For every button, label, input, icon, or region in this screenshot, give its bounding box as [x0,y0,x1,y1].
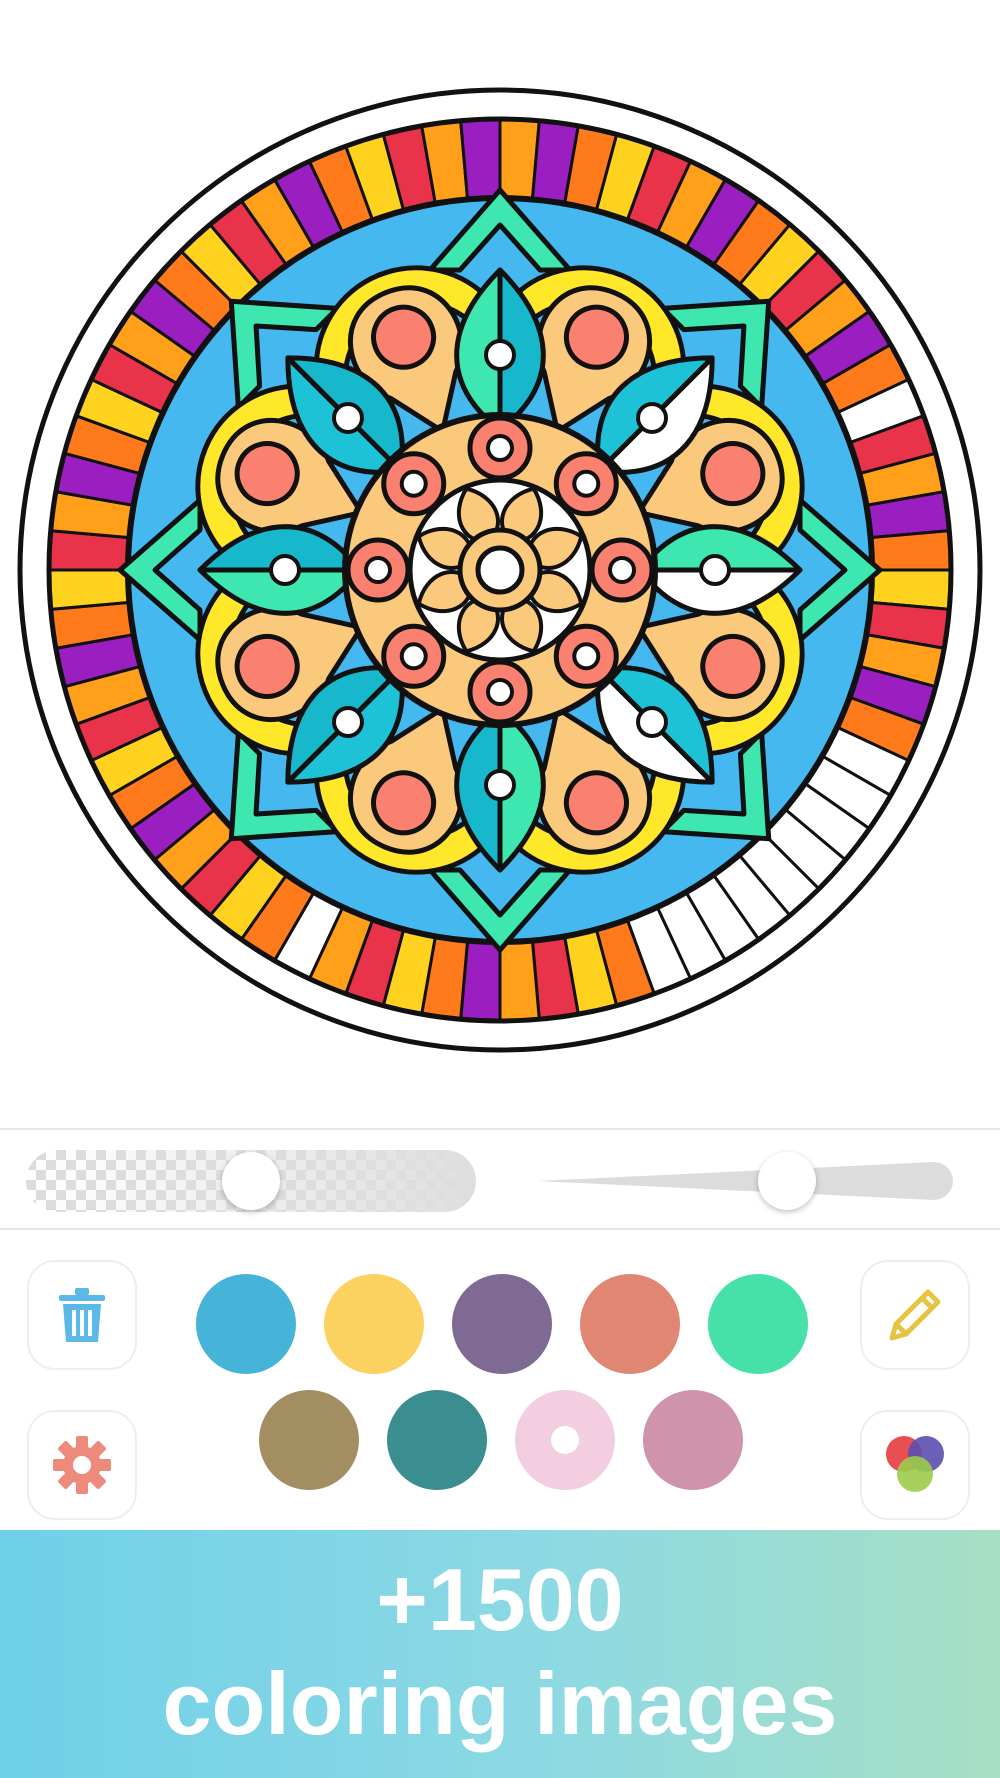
opacity-slider[interactable] [26,1150,476,1212]
trash-button[interactable] [27,1260,137,1370]
pencil-button[interactable] [860,1260,970,1370]
color-swatch-mint[interactable] [708,1274,808,1374]
color-palettes-icon [886,1436,944,1492]
brush-size-slider-knob[interactable] [758,1152,816,1210]
color-swatch-olive[interactable] [259,1390,359,1490]
brush-slider-bar [0,1128,1000,1230]
settings-button[interactable] [27,1410,137,1520]
color-swatch-salmon[interactable] [580,1274,680,1374]
mandala-image[interactable] [0,70,1000,1070]
gear-icon [53,1436,111,1494]
center-core [475,545,525,595]
color-swatch-mauve[interactable] [643,1390,743,1490]
color-palette-panel [0,1232,1000,1530]
selected-indicator [551,1426,579,1454]
color-swatch-pink[interactable] [515,1390,615,1490]
brush-size-slider[interactable] [536,1150,964,1212]
opacity-slider-knob[interactable] [222,1152,280,1210]
pencil-icon [889,1289,941,1341]
promo-banner: +1500 coloring images [0,1530,1000,1778]
promo-subheadline: coloring images [162,1654,838,1753]
color-swatch-teal[interactable] [387,1390,487,1490]
brush-size-track [538,1162,953,1200]
color-swatch-yellow[interactable] [324,1274,424,1374]
palettes-button[interactable] [860,1410,970,1520]
color-swatch-blue[interactable] [196,1274,296,1374]
color-swatch-purple[interactable] [452,1274,552,1374]
promo-headline: +1500 [376,1550,624,1649]
trash-icon [59,1288,105,1342]
coloring-canvas[interactable] [0,0,1000,1128]
